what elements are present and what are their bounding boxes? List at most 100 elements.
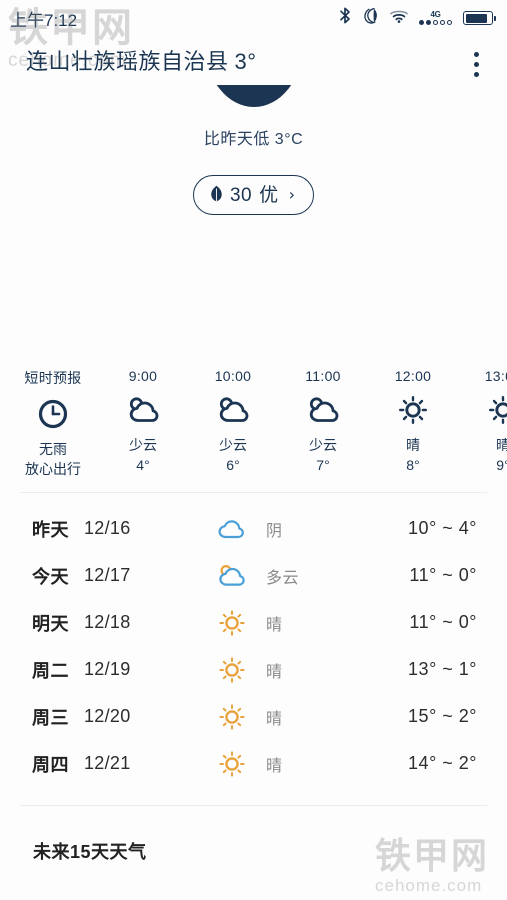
city-title[interactable]: 连山壮族瑶族自治县 3° xyxy=(26,44,257,76)
hourly-label: 13:00 xyxy=(484,368,507,384)
daily-condition: 多云 xyxy=(266,569,300,587)
big-temperature-clipped xyxy=(0,85,507,111)
current-temperature: 3° xyxy=(234,49,257,74)
menu-dot xyxy=(474,52,479,57)
divider-above-footer xyxy=(20,805,487,806)
wifi-icon xyxy=(390,9,408,28)
hourly-desc-line2: 放心出行 xyxy=(25,461,81,478)
hourly-label: 11:00 xyxy=(305,368,341,384)
network-type-label: 4G xyxy=(430,10,441,19)
hourly-label: 9:00 xyxy=(128,368,158,384)
city-name: 连山壮族瑶族自治县 xyxy=(26,49,229,74)
menu-dot xyxy=(474,62,479,67)
fifteen-day-forecast-link[interactable]: 未来15天天气 xyxy=(33,838,147,864)
daily-date: 12/17 xyxy=(84,565,131,585)
hourly-item-0900[interactable]: 9:00 少云 4° xyxy=(98,368,188,480)
daily-date: 12/16 xyxy=(84,518,131,538)
daily-temp-range: 11° ~ 0° xyxy=(409,565,477,585)
leaf-icon xyxy=(210,185,223,205)
status-time: 上午7:12 xyxy=(10,10,78,30)
watermark-url: cehome.com xyxy=(374,876,483,895)
hourly-desc: 少云 xyxy=(309,437,337,453)
hourly-temp: 9° xyxy=(496,457,507,474)
hourly-desc: 晴 xyxy=(406,437,420,453)
clock-icon xyxy=(38,397,68,431)
aqi-value: 30 xyxy=(229,184,253,206)
table-row[interactable]: 周二 12/19 晴 13° ~ 1° xyxy=(0,646,507,693)
hourly-label: 10:00 xyxy=(214,368,252,384)
battery-icon xyxy=(463,11,496,25)
table-row[interactable]: 明天 12/18 晴 11° ~ 0° xyxy=(0,599,507,646)
bluetooth-icon xyxy=(339,7,352,29)
overflow-menu-icon[interactable] xyxy=(468,44,485,85)
table-row[interactable]: 今天 12/17 多云 11° ~ 0° xyxy=(0,552,507,599)
daily-forecast-list: 昨天 12/16 阴 10° ~ 4° 今天 12/17 多云 11° ~ 0°… xyxy=(0,505,507,787)
signal-dot xyxy=(419,20,424,25)
page-header: 连山壮族瑶族自治县 3° xyxy=(0,36,507,85)
hourly-desc: 少云 xyxy=(129,437,157,453)
status-icons: 4G xyxy=(339,7,496,29)
signal-icon: 4G xyxy=(419,11,452,25)
compare-yesterday-text: 比昨天低 3°C xyxy=(203,131,304,148)
daily-day: 周四 xyxy=(32,754,69,775)
hourly-temp: 7° xyxy=(316,457,330,474)
sunny-orange-icon xyxy=(210,703,254,731)
hourly-label: 12:00 xyxy=(394,368,432,384)
signal-dot xyxy=(447,20,452,25)
hourly-item-shortterm[interactable]: 短时预报 无雨 放心出行 xyxy=(8,368,98,480)
hourly-desc-line1: 无雨 xyxy=(39,441,67,457)
hourly-temp: 8° xyxy=(406,457,420,474)
cloudy-icon xyxy=(210,563,254,589)
table-row[interactable]: 周四 12/21 晴 14° ~ 2° xyxy=(0,740,507,787)
daily-date: 12/21 xyxy=(84,753,131,773)
table-row[interactable]: 周三 12/20 晴 15° ~ 2° xyxy=(0,693,507,740)
divider-above-daily xyxy=(20,492,487,493)
table-row[interactable]: 昨天 12/16 阴 10° ~ 4° xyxy=(0,505,507,552)
hourly-item-1100[interactable]: 11:00 少云 7° xyxy=(278,368,368,480)
watermark-logo: 铁甲网 xyxy=(374,835,489,876)
sunny-orange-icon xyxy=(210,750,254,778)
signal-dot xyxy=(426,20,431,25)
status-bar: 上午7:12 4G xyxy=(0,0,507,36)
partly-cloudy-icon xyxy=(307,393,339,427)
air-quality-button[interactable]: 30 优 › xyxy=(192,175,315,215)
chevron-right-icon: › xyxy=(288,185,296,204)
sunny-icon xyxy=(488,393,507,427)
daily-temp-range: 14° ~ 2° xyxy=(408,753,477,773)
hourly-label: 短时预报 xyxy=(24,370,82,386)
signal-dot xyxy=(433,20,438,25)
hourly-temp: 4° xyxy=(136,457,150,474)
big-temperature-glyph xyxy=(205,85,302,107)
hourly-item-1200[interactable]: 12:00 晴 8° xyxy=(368,368,458,480)
daily-day: 明天 xyxy=(32,613,69,634)
hourly-temp: 6° xyxy=(226,457,240,474)
daily-day: 周三 xyxy=(32,707,69,728)
daily-date: 12/18 xyxy=(84,612,131,632)
daily-condition: 晴 xyxy=(266,710,283,728)
aqi-level: 优 xyxy=(259,184,279,206)
daily-condition: 阴 xyxy=(266,522,283,540)
battery-fill xyxy=(465,13,487,23)
sunny-icon xyxy=(398,393,428,427)
daily-temp-range: 15° ~ 2° xyxy=(408,706,477,726)
watermark-bottom: 铁甲网 cehome.com xyxy=(374,835,489,895)
partly-cloudy-icon xyxy=(127,393,159,427)
signal-strength-dots xyxy=(419,20,452,25)
hourly-forecast-strip[interactable]: 短时预报 无雨 放心出行 9:00 少云 4° 10:00 少云 6° 11:0… xyxy=(0,368,507,480)
menu-dot xyxy=(474,72,479,77)
do-not-disturb-icon xyxy=(363,7,379,29)
hourly-item-1000[interactable]: 10:00 少云 6° xyxy=(188,368,278,480)
hourly-desc: 少云 xyxy=(219,437,247,453)
overcast-icon xyxy=(210,517,254,541)
daily-day: 昨天 xyxy=(32,519,69,540)
daily-temp-range: 10° ~ 4° xyxy=(408,518,477,538)
hourly-item-1300[interactable]: 13:00 晴 9° xyxy=(458,368,507,480)
daily-condition: 晴 xyxy=(266,663,283,681)
daily-day: 周二 xyxy=(32,660,69,681)
daily-condition: 晴 xyxy=(266,757,283,775)
daily-temp-range: 13° ~ 1° xyxy=(408,659,477,679)
signal-dot xyxy=(440,20,445,25)
daily-date: 12/20 xyxy=(84,706,131,726)
hero-section: 比昨天低 3°C 30 优 › xyxy=(0,85,507,235)
sunny-orange-icon xyxy=(210,609,254,637)
